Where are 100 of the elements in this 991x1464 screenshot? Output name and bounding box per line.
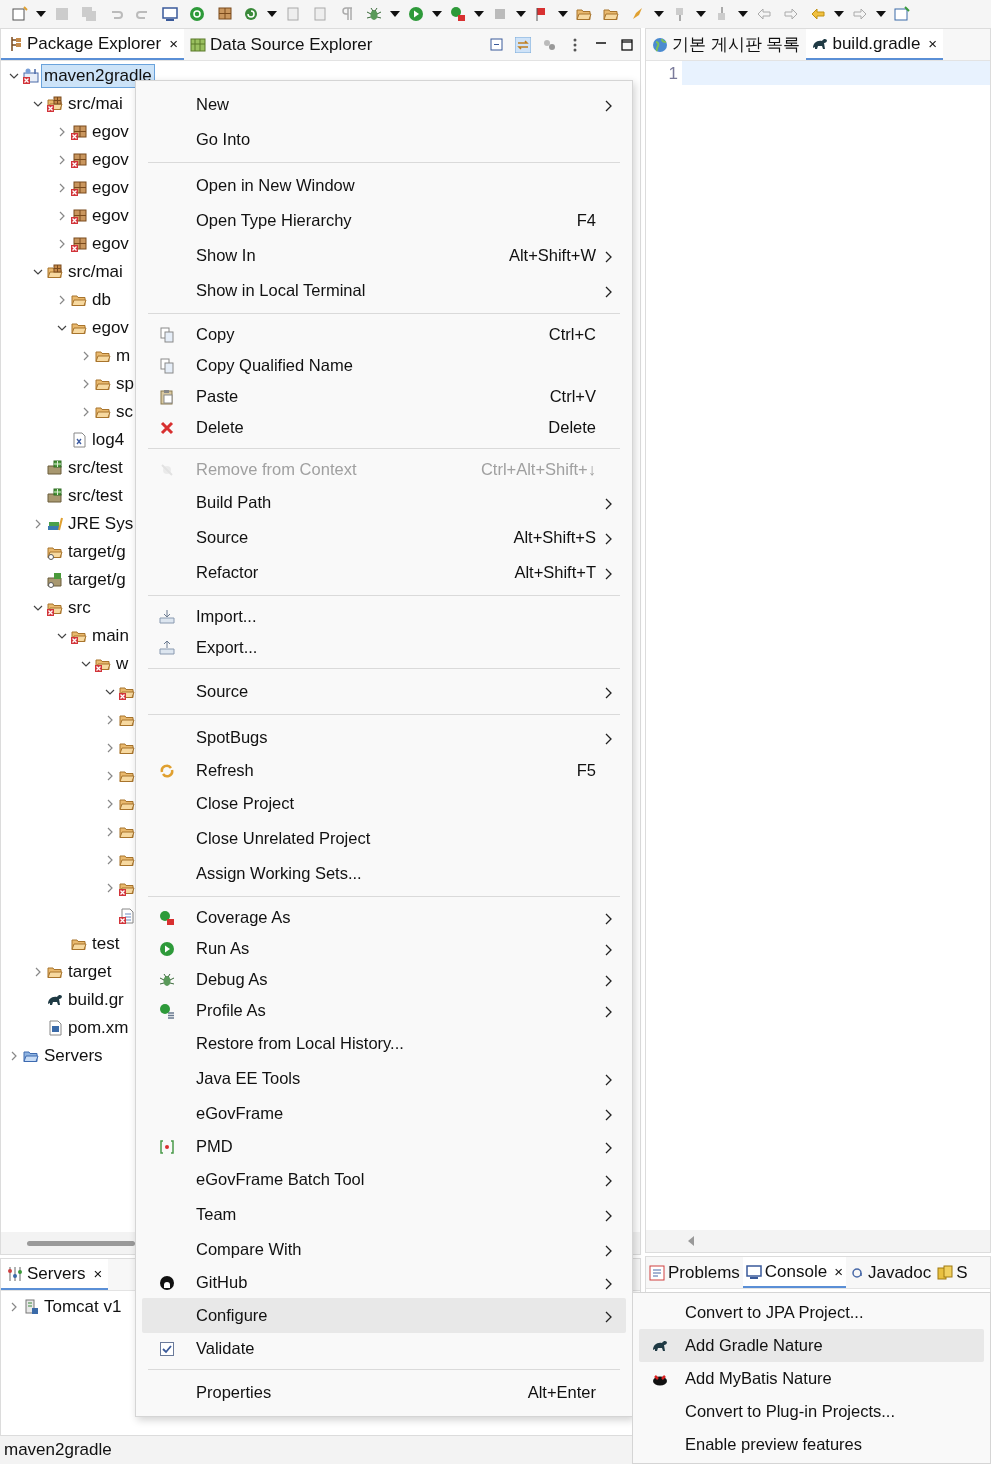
folder-icon[interactable]	[603, 6, 619, 22]
tree-item[interactable]: sc	[114, 401, 135, 423]
menu-item[interactable]: Paste Ctrl+V	[142, 381, 626, 412]
tree-item[interactable]: src/test	[66, 485, 125, 507]
expand-chevron-icon[interactable]	[57, 127, 67, 137]
expand-chevron-icon[interactable]	[9, 1302, 19, 1312]
menu-item[interactable]: Team	[142, 1197, 626, 1232]
dropdown-caret-icon[interactable]	[515, 10, 527, 18]
expand-chevron-icon[interactable]	[105, 855, 115, 865]
tree-item[interactable]: egov	[90, 205, 131, 227]
menu-item[interactable]: Profile As	[142, 995, 626, 1026]
menu-item[interactable]: Open Type Hierarchy F4	[142, 203, 626, 238]
expand-chevron-icon[interactable]	[81, 407, 91, 417]
dropdown-caret-icon[interactable]	[653, 10, 665, 18]
tree-item[interactable]: egov	[90, 233, 131, 255]
expand-chevron-icon[interactable]	[57, 295, 67, 305]
expand-chevron-icon[interactable]	[105, 743, 115, 753]
menu-item[interactable]: Copy Qualified Name	[142, 350, 626, 381]
expand-chevron-icon[interactable]	[105, 771, 115, 781]
back-edit-icon[interactable]	[756, 6, 772, 22]
close-button[interactable]: ×	[924, 36, 938, 51]
panel-tab[interactable]: 기본 게시판 목록	[646, 29, 807, 60]
tree-item[interactable]: egov	[90, 149, 131, 171]
bug-icon[interactable]	[366, 6, 382, 22]
menu-item[interactable]: Refresh F5	[142, 755, 626, 786]
menu-item[interactable]: Convert to JPA Project...	[639, 1296, 984, 1329]
panel-tab[interactable]: Problems	[646, 1257, 743, 1288]
menu-item[interactable]: Configure	[142, 1298, 626, 1333]
menu-item[interactable]: Delete Delete	[142, 412, 626, 443]
panel-tab[interactable]: Package Explorer ×	[1, 29, 184, 60]
tree-item[interactable]: src	[66, 597, 93, 619]
expand-chevron-icon[interactable]	[57, 211, 67, 221]
package-icon[interactable]	[216, 6, 232, 22]
collapse-chevron-icon[interactable]	[81, 659, 91, 669]
menu-item[interactable]: Add MyBatis Nature	[639, 1362, 984, 1395]
maximize-icon[interactable]	[619, 36, 635, 53]
menu-item[interactable]: Close Project	[142, 786, 626, 821]
tree-item[interactable]: egov	[90, 121, 131, 143]
collapse-chevron-icon[interactable]	[9, 71, 19, 81]
dropdown-caret-icon[interactable]	[737, 10, 749, 18]
tree-item[interactable]: log4	[90, 429, 127, 451]
menu-item[interactable]: Import...	[142, 601, 626, 632]
expand-chevron-icon[interactable]	[33, 967, 43, 977]
perspective-icon[interactable]	[894, 6, 910, 22]
menu-item[interactable]: Assign Working Sets...	[142, 856, 626, 891]
tree-item[interactable]: egov	[90, 317, 131, 339]
coverage-icon[interactable]	[450, 6, 466, 22]
panel-tab[interactable]: build.gradle ×	[806, 29, 944, 60]
menu-item[interactable]: Enable preview features	[639, 1428, 984, 1461]
menu-item[interactable]: Restore from Local History...	[142, 1026, 626, 1061]
menu-item[interactable]: Debug As	[142, 964, 626, 995]
forward-icon[interactable]	[852, 6, 868, 22]
menu-item[interactable]: Go Into	[142, 122, 626, 157]
tree-item[interactable]: m	[114, 345, 133, 367]
expand-chevron-icon[interactable]	[105, 715, 115, 725]
collapse-chevron-icon[interactable]	[33, 99, 43, 109]
folder-icon[interactable]	[576, 6, 592, 22]
panel-tab[interactable]: S	[934, 1257, 971, 1288]
menu-item[interactable]: Source Alt+Shift+S	[142, 520, 626, 555]
tree-item[interactable]: db	[90, 289, 113, 311]
menu-item[interactable]: Properties Alt+Enter	[142, 1375, 626, 1410]
dropdown-caret-icon[interactable]	[875, 10, 887, 18]
power-icon[interactable]	[189, 6, 205, 22]
dropdown-caret-icon[interactable]	[431, 10, 443, 18]
menu-item[interactable]: Add Gradle Nature	[639, 1329, 984, 1362]
menu-item[interactable]: Run As	[142, 933, 626, 964]
expand-chevron-icon[interactable]	[105, 799, 115, 809]
expand-chevron-icon[interactable]	[33, 519, 43, 529]
panel-tab[interactable]: Data Source Explorer	[183, 29, 379, 60]
collapse-all-icon[interactable]	[489, 36, 505, 53]
dropdown-caret-icon[interactable]	[35, 10, 47, 18]
menu-item[interactable]: Validate	[142, 1333, 626, 1364]
expand-chevron-icon[interactable]	[105, 883, 115, 893]
tree-item[interactable]: test	[90, 933, 122, 955]
expand-chevron-icon[interactable]	[81, 379, 91, 389]
tree-item[interactable]: Servers	[42, 1045, 105, 1067]
tree-item[interactable]: src/mai	[66, 93, 125, 115]
close-button[interactable]: ×	[165, 36, 178, 51]
collapse-chevron-icon[interactable]	[105, 687, 115, 697]
dropdown-caret-icon[interactable]	[833, 10, 845, 18]
monitor-icon[interactable]	[162, 6, 178, 22]
dropdown-caret-icon[interactable]	[695, 10, 707, 18]
tree-item[interactable]: src/mai	[66, 261, 125, 283]
link-arrows-icon[interactable]	[515, 36, 531, 53]
menu-item[interactable]: Refactor Alt+Shift+T	[142, 555, 626, 590]
menu-item[interactable]: PMD	[142, 1131, 626, 1162]
tree-item[interactable]: target/g	[66, 569, 128, 591]
tree-item[interactable]: pom.xm	[66, 1017, 131, 1039]
expand-chevron-icon[interactable]	[57, 155, 67, 165]
menu-item[interactable]: Convert to Plug-in Projects...	[639, 1395, 984, 1428]
menu-item[interactable]: Coverage As	[142, 902, 626, 933]
forward-edit-icon[interactable]	[783, 6, 799, 22]
back-icon[interactable]	[810, 6, 826, 22]
panel-tab[interactable]: Javadoc	[845, 1257, 935, 1288]
collapse-chevron-icon[interactable]	[57, 323, 67, 333]
tree-item[interactable]: src/test	[66, 457, 125, 479]
pilcrow-icon[interactable]	[339, 6, 355, 22]
menu-item[interactable]: eGovFrame	[142, 1096, 626, 1131]
menu-item[interactable]: SpotBugs	[142, 720, 626, 755]
collapse-chevron-icon[interactable]	[57, 631, 67, 641]
